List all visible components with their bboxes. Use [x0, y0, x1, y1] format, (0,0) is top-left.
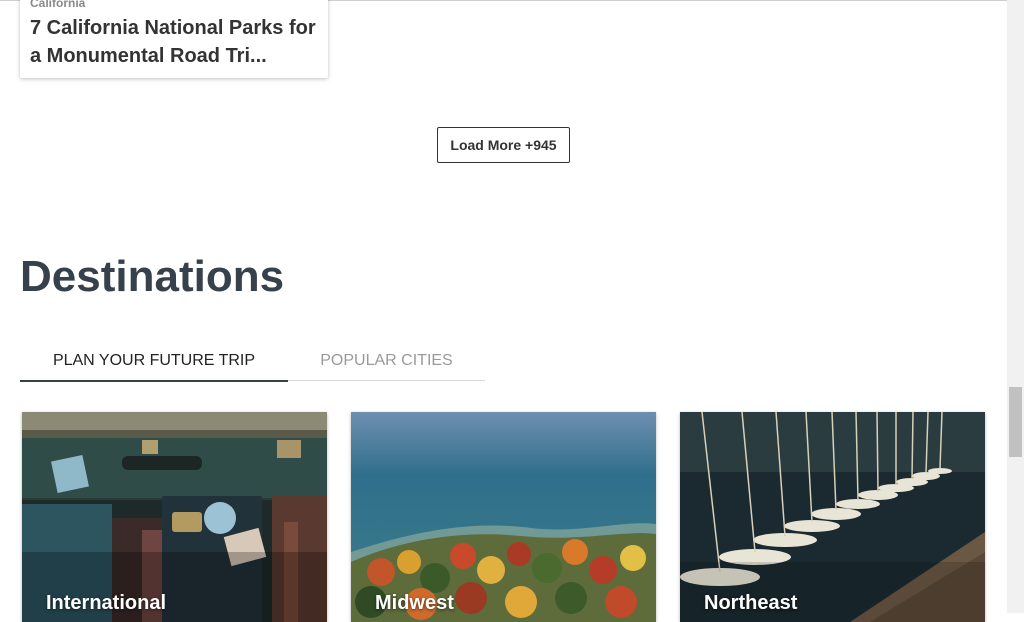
destination-label-international: International: [46, 592, 167, 614]
destination-card-midwest[interactable]: Midwest: [351, 412, 656, 622]
suitcases-image: [22, 412, 327, 622]
destination-label-midwest: Midwest: [375, 592, 454, 614]
load-more-button[interactable]: Load More +945: [437, 127, 570, 163]
vertical-scrollbar[interactable]: [1007, 0, 1024, 613]
article-category[interactable]: California: [30, 0, 85, 10]
marina-image: [680, 412, 985, 622]
destination-label-northeast: Northeast: [704, 592, 798, 614]
scrollbar-thumb[interactable]: [1009, 387, 1022, 457]
lake-forest-image: [351, 412, 656, 622]
tab-popular-cities[interactable]: POPULAR CITIES: [288, 340, 485, 380]
article-title[interactable]: 7 California National Parks for a Monume…: [30, 14, 326, 70]
destination-card-northeast[interactable]: Northeast: [680, 412, 985, 622]
article-card[interactable]: California 7 California National Parks f…: [20, 0, 328, 78]
destination-tabs: PLAN YOUR FUTURE TRIP POPULAR CITIES: [20, 340, 485, 382]
destination-card-international[interactable]: International: [22, 412, 327, 622]
tab-plan-your-future-trip[interactable]: PLAN YOUR FUTURE TRIP: [20, 340, 288, 382]
destinations-heading: Destinations: [20, 252, 285, 301]
